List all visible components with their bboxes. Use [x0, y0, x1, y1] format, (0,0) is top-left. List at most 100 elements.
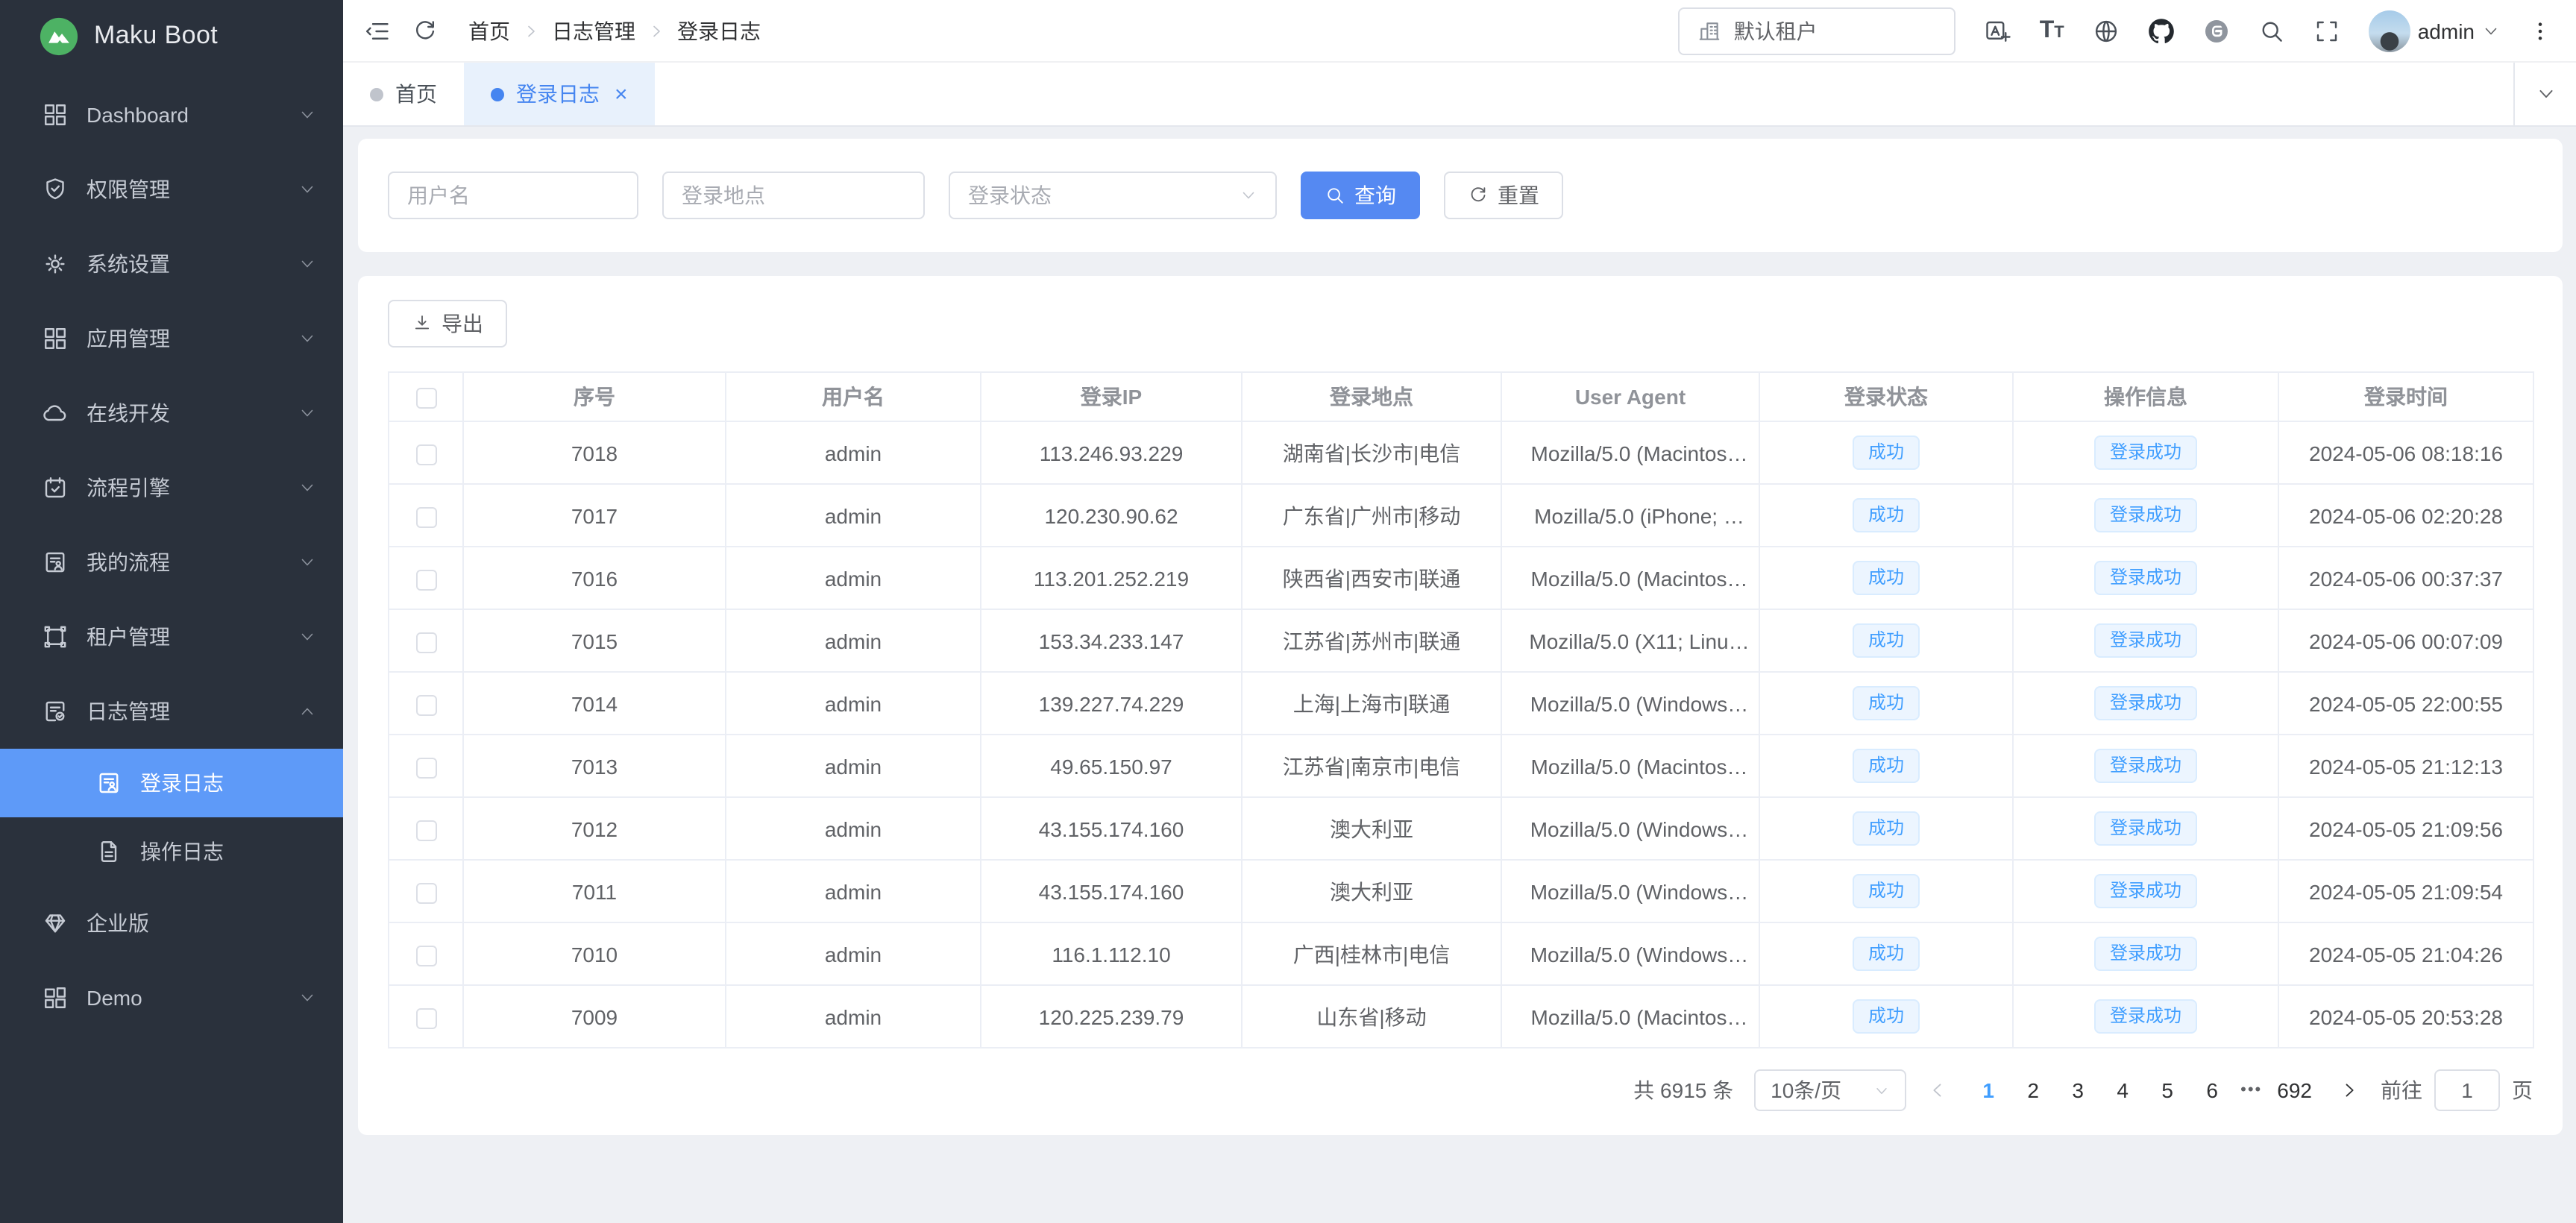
page-number[interactable]: 6 [2193, 1072, 2231, 1108]
cell-user-agent: Mozilla/5.0 (Windows… [1501, 922, 1759, 985]
chevron-down-icon [1873, 1082, 1890, 1098]
sidebar-item[interactable]: 系统设置 [0, 227, 343, 301]
user-menu[interactable]: admin [2369, 10, 2500, 51]
sidebar-menu: Dashboard 权限管理 系统设置 应用管理 在线开发 流程引擎 我的流程 … [0, 72, 343, 1035]
breadcrumb-home[interactable]: 首页 [468, 16, 510, 45]
more-options-icon[interactable] [2528, 19, 2552, 43]
page-number[interactable]: 3 [2058, 1072, 2097, 1108]
globe-icon[interactable] [2093, 17, 2120, 44]
page-number-last[interactable]: 692 [2271, 1072, 2318, 1108]
github-icon[interactable] [2148, 17, 2175, 44]
export-button[interactable]: 导出 [388, 300, 507, 348]
tab-home[interactable]: 首页 [343, 63, 464, 125]
cell-username: admin [726, 860, 981, 922]
breadcrumb-log-management[interactable]: 日志管理 [552, 16, 635, 45]
goto-page-input[interactable] [2434, 1069, 2500, 1111]
select-all-checkbox[interactable] [415, 388, 436, 409]
sidebar-item[interactable]: 我的流程 [0, 525, 343, 600]
more-pages-icon[interactable]: ••• [2237, 1081, 2265, 1099]
cell-user-agent: Mozilla/5.0 (Windows… [1501, 797, 1759, 860]
download-icon [412, 313, 433, 334]
gitee-icon[interactable] [2203, 17, 2230, 44]
gear-icon [42, 251, 69, 277]
row-checkbox[interactable] [415, 444, 436, 465]
table-row: 7012 admin 43.155.174.160 澳大利亚 Mozilla/5… [389, 797, 2533, 860]
row-checkbox[interactable] [415, 694, 436, 715]
row-checkbox[interactable] [415, 506, 436, 527]
header-username: 用户名 [726, 372, 981, 421]
tenant-select[interactable]: 默认租户 [1679, 7, 1956, 54]
username-filter-input[interactable] [388, 172, 638, 219]
search-icon[interactable] [2258, 17, 2285, 44]
collapse-sidebar-icon[interactable] [364, 17, 391, 44]
operation-tag: 登录成功 [2095, 936, 2196, 971]
cell-seq: 7012 [463, 797, 726, 860]
sidebar-item[interactable]: 应用管理 [0, 301, 343, 376]
status-tag: 成功 [1853, 560, 1919, 595]
cell-login-ip: 139.227.74.229 [981, 672, 1242, 735]
tab-login-log[interactable]: 登录日志 × [464, 63, 655, 125]
tab-actions-dropdown[interactable] [2513, 63, 2576, 125]
row-checkbox[interactable] [415, 569, 436, 590]
location-filter-input[interactable] [662, 172, 925, 219]
chevron-down-icon [298, 106, 316, 124]
grid-icon [42, 325, 69, 352]
cell-login-location: 上海|上海市|联通 [1242, 672, 1501, 735]
row-checkbox[interactable] [415, 882, 436, 903]
translate-icon[interactable] [1985, 17, 2011, 44]
sidebar-item[interactable]: 在线开发 [0, 376, 343, 450]
cell-login-time: 2024-05-05 21:04:26 [2278, 922, 2533, 985]
operation-tag: 登录成功 [2095, 873, 2196, 908]
row-checkbox[interactable] [415, 945, 436, 966]
doc-icon [95, 838, 122, 865]
cell-seq: 7011 [463, 860, 726, 922]
doc-check-icon [42, 698, 69, 725]
reset-button[interactable]: 重置 [1444, 172, 1563, 219]
avatar[interactable] [2369, 10, 2410, 51]
cell-username: admin [726, 484, 981, 547]
page-size-select[interactable]: 10条/页 [1754, 1069, 1906, 1111]
status-tag: 成功 [1853, 497, 1919, 532]
cell-login-ip: 153.34.233.147 [981, 609, 1242, 672]
sidebar-item[interactable]: 流程引擎 [0, 450, 343, 525]
page-number[interactable]: 4 [2103, 1072, 2142, 1108]
sidebar-item[interactable]: Demo [0, 961, 343, 1035]
cell-login-ip: 49.65.150.97 [981, 735, 1242, 797]
row-checkbox[interactable] [415, 820, 436, 840]
cell-user-agent: Mozilla/5.0 (Macintos… [1501, 547, 1759, 609]
sidebar-item[interactable]: Dashboard [0, 78, 343, 152]
page-number[interactable]: 5 [2148, 1072, 2187, 1108]
row-checkbox[interactable] [415, 757, 436, 778]
row-checkbox[interactable] [415, 632, 436, 653]
cell-login-ip: 113.201.252.219 [981, 547, 1242, 609]
prev-page-icon[interactable] [1927, 1080, 1948, 1101]
page-number[interactable]: 1 [1969, 1072, 2008, 1108]
cell-username: admin [726, 985, 981, 1048]
sidebar-item[interactable]: 租户管理 [0, 600, 343, 674]
shield-check-icon [42, 176, 69, 203]
page-number[interactable]: 2 [2014, 1072, 2052, 1108]
font-size-icon[interactable]: TT [2040, 19, 2064, 43]
sidebar-item[interactable]: 权限管理 [0, 152, 343, 227]
search-button[interactable]: 查询 [1301, 172, 1420, 219]
app-root: Maku Boot Dashboard 权限管理 系统设置 应用管理 在线开发 … [0, 0, 2576, 1223]
chevron-down-icon [1240, 186, 1257, 204]
chevron-down-icon [298, 180, 316, 198]
tabbar: 首页 登录日志 × [343, 63, 2576, 127]
row-checkbox[interactable] [415, 1007, 436, 1028]
operation-tag: 登录成功 [2095, 560, 2196, 595]
sidebar-item[interactable]: 登录日志 [0, 749, 343, 817]
refresh-icon[interactable] [412, 17, 439, 44]
tab-dot [370, 87, 383, 101]
page-suffix-label: 页 [2512, 1075, 2533, 1105]
sidebar-item[interactable]: 操作日志 [0, 817, 343, 886]
fullscreen-icon[interactable] [2313, 17, 2340, 44]
sidebar-item[interactable]: 企业版 [0, 886, 343, 961]
status-filter-select[interactable]: 登录状态 [949, 172, 1277, 219]
breadcrumb: 首页 日志管理 登录日志 [468, 16, 761, 45]
sidebar-item[interactable]: 日志管理 [0, 674, 343, 749]
next-page-icon[interactable] [2339, 1080, 2360, 1101]
status-tag: 成功 [1853, 811, 1919, 846]
operation-tag: 登录成功 [2095, 497, 2196, 532]
close-tab-icon[interactable]: × [615, 81, 628, 107]
